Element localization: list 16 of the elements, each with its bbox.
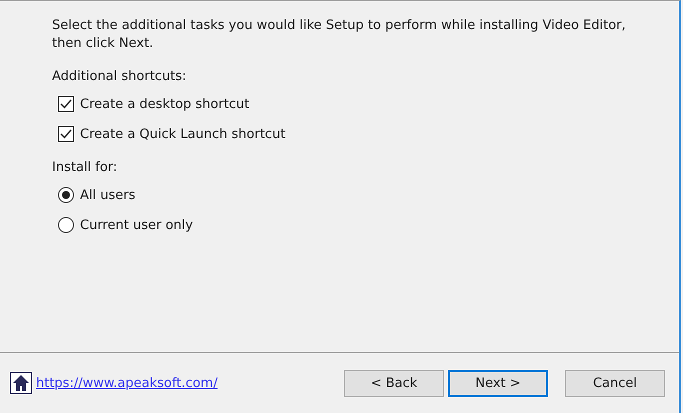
checkbox-label[interactable]: Create a desktop shortcut	[80, 96, 250, 112]
checkbox[interactable]	[58, 96, 74, 112]
home-icon[interactable]	[10, 372, 32, 394]
radio-button[interactable]	[58, 187, 74, 203]
group-label: Install for:	[52, 160, 118, 175]
dialog-button[interactable]: Next >	[448, 370, 548, 396]
group-label: Additional shortcuts:	[52, 69, 188, 84]
dialog-button[interactable]: < Back	[344, 370, 444, 396]
radio-label[interactable]: Current user only	[80, 218, 193, 232]
instruction-text: Select the additional tasks you would like Setup to perform while installing Video Editor, then click Next.	[52, 17, 627, 53]
radio-label[interactable]: All users	[80, 188, 136, 202]
website-link[interactable]: https://www.apeaksoft.com/	[36, 376, 218, 390]
radio-button[interactable]	[58, 217, 74, 233]
checkbox[interactable]	[58, 126, 74, 142]
dialog-button[interactable]: Cancel	[565, 370, 665, 396]
checkbox-label[interactable]: Create a Quick Launch shortcut	[80, 126, 286, 142]
